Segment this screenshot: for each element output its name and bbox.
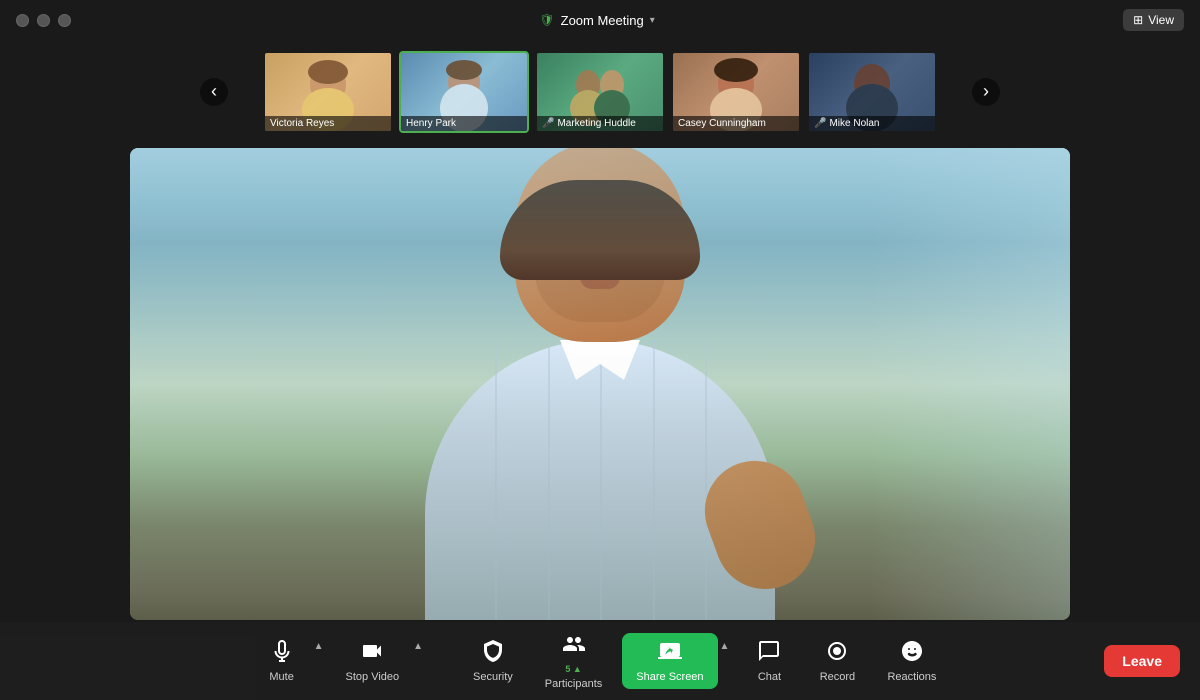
chat-button[interactable]: Chat <box>739 633 799 689</box>
thumbnail-casey-label: Casey Cunningham <box>673 116 799 131</box>
leave-button[interactable]: Leave <box>1104 645 1180 677</box>
meeting-title[interactable]: 🛡 Zoom Meeting ▾ <box>539 13 654 28</box>
mute-group: Mute ▲ <box>252 633 326 689</box>
thumbnails-next-button[interactable]: › <box>972 78 1000 106</box>
thumbnails-container: Victoria Reyes Henry Park <box>263 51 937 133</box>
thumbnail-victoria[interactable]: Victoria Reyes <box>263 51 393 133</box>
security-icon <box>481 639 505 667</box>
chat-icon <box>757 639 781 667</box>
participants-button[interactable]: 5 ▲ Participants <box>533 626 614 696</box>
thumbnail-casey[interactable]: Casey Cunningham <box>671 51 801 133</box>
share-screen-button[interactable]: Share Screen <box>622 633 717 689</box>
shirt-stripe-4 <box>653 340 655 620</box>
security-button[interactable]: Security <box>461 633 525 689</box>
share-screen-group: Share Screen ▲ <box>622 633 731 689</box>
main-speaker-figure <box>360 148 840 620</box>
traffic-light-minimize[interactable] <box>37 14 50 27</box>
shirt-stripe-3 <box>600 340 602 620</box>
view-button[interactable]: ⊞ View <box>1123 9 1184 31</box>
mute-icon <box>270 639 294 667</box>
thumbnails-prev-button[interactable]: ‹ <box>200 78 228 106</box>
traffic-light-maximize[interactable] <box>58 14 71 27</box>
video-chevron-button[interactable]: ▲ <box>411 641 425 652</box>
video-icon <box>360 639 384 667</box>
thumbnail-henry[interactable]: Henry Park <box>399 51 529 133</box>
thumbnail-mike[interactable]: 🎤Mike Nolan <box>807 51 937 133</box>
mute-label: Mute <box>269 671 293 683</box>
thumbnail-marketing-label: 🎤Marketing Huddle <box>537 116 663 131</box>
record-icon <box>825 639 849 667</box>
reactions-button[interactable]: Reactions <box>875 633 948 689</box>
meeting-title-text: Zoom Meeting <box>561 13 644 28</box>
record-label: Record <box>820 671 855 683</box>
stop-video-button[interactable]: Stop Video <box>334 633 412 689</box>
reactions-icon <box>900 639 924 667</box>
share-screen-chevron-button[interactable]: ▲ <box>718 641 732 652</box>
chat-label: Chat <box>758 671 781 683</box>
thumbnail-marketing[interactable]: 🎤Marketing Huddle <box>535 51 665 133</box>
toolbar: Mute ▲ Stop Video ▲ Security 5 ▲ Partici… <box>0 622 1200 700</box>
shirt-stripe-1 <box>495 340 497 620</box>
reactions-label: Reactions <box>887 671 936 683</box>
view-button-label: View <box>1148 13 1174 27</box>
shirt-stripe-5 <box>705 340 707 620</box>
thumbnail-henry-label: Henry Park <box>401 116 527 131</box>
top-bar: 🛡 Zoom Meeting ▾ ⊞ View <box>0 0 1200 40</box>
traffic-lights <box>16 14 71 27</box>
traffic-light-close[interactable] <box>16 14 29 27</box>
security-label: Security <box>473 671 513 683</box>
stop-video-group: Stop Video ▲ <box>334 633 426 689</box>
mute-chevron-button[interactable]: ▲ <box>312 641 326 652</box>
shield-icon: 🛡 <box>539 13 554 27</box>
thumbnail-victoria-label: Victoria Reyes <box>265 116 391 131</box>
main-video <box>130 148 1070 620</box>
person-hair <box>500 180 700 280</box>
share-screen-icon <box>658 639 682 667</box>
view-icon: ⊞ <box>1133 13 1143 27</box>
mute-button[interactable]: Mute <box>252 633 312 689</box>
participants-group: 5 ▲ Participants <box>533 626 614 696</box>
participants-icon <box>562 632 586 660</box>
title-chevron-icon: ▾ <box>650 15 655 26</box>
record-button[interactable]: Record <box>807 633 867 689</box>
share-screen-label: Share Screen <box>636 671 703 683</box>
thumbnail-mike-label: 🎤Mike Nolan <box>809 116 935 131</box>
thumbnails-strip: ‹ Victoria Reyes <box>0 44 1200 139</box>
stop-video-label: Stop Video <box>346 671 400 683</box>
shirt-stripe-2 <box>548 340 550 620</box>
participants-label: Participants <box>545 678 602 690</box>
participants-count: 5 ▲ <box>565 664 581 674</box>
